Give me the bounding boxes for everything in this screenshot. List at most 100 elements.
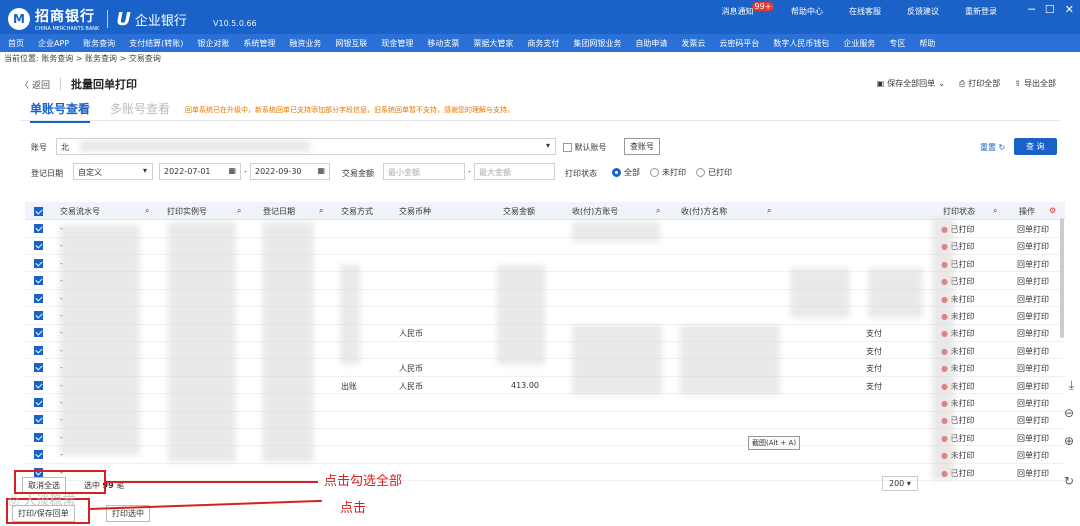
search-icon[interactable]: ⌕ <box>145 206 149 216</box>
receipt-print-link[interactable]: 回单打印 <box>1017 224 1049 235</box>
receipt-print-link[interactable]: 回单打印 <box>1017 276 1049 287</box>
row-checkbox[interactable] <box>34 293 43 303</box>
col-print-id: 打印实例号 <box>167 207 207 216</box>
redaction <box>680 325 780 395</box>
row-checkbox[interactable] <box>34 363 43 373</box>
date-mode-select[interactable]: 自定义 ▾ <box>73 163 153 180</box>
search-icon[interactable]: ⌕ <box>319 206 323 216</box>
table-scrollbar[interactable] <box>1060 218 1064 338</box>
filter-icon[interactable]: ⌕ <box>993 206 997 216</box>
download-icon[interactable]: ⤓ <box>1069 378 1074 393</box>
receipt-print-link[interactable]: 回单打印 <box>1017 415 1049 426</box>
menu-item[interactable]: 集团网银业务 <box>573 38 621 49</box>
menu-item[interactable]: 帮助 <box>919 38 935 49</box>
menu-item[interactable]: 商务支付 <box>527 38 559 49</box>
menu-item[interactable]: 票据大管家 <box>473 38 513 49</box>
max-amount-input[interactable]: 最大金额 <box>474 163 555 180</box>
query-button[interactable]: 查 询 <box>1014 138 1057 155</box>
receipt-print-link[interactable]: 回单打印 <box>1017 259 1049 270</box>
link-online-service[interactable]: 在线客服 <box>836 6 894 17</box>
reset-button[interactable]: 重置 ↻ <box>980 142 1005 153</box>
col-account: 收(付)方账号 <box>572 207 619 216</box>
date-to-input[interactable]: 2022-09-30 ▦ <box>250 163 330 180</box>
row-checkbox[interactable] <box>34 224 43 233</box>
export-all-button[interactable]: ⇪ 导出全部 <box>1014 78 1056 89</box>
save-all-button[interactable]: ▣ 保存全部回单 ⌄ <box>877 78 945 89</box>
zoom-out-icon[interactable]: ⊖ <box>1064 406 1074 420</box>
chevron-left-icon: 〈 <box>20 80 30 91</box>
menu-item[interactable]: 账务查询 <box>83 38 115 49</box>
row-checkbox[interactable] <box>34 380 43 390</box>
row-checkbox[interactable] <box>34 398 43 407</box>
minimize-icon[interactable]: ─ <box>1028 3 1035 16</box>
check-account-button[interactable]: 查账号 <box>624 138 660 155</box>
receipt-print-link[interactable]: 回单打印 <box>1017 346 1049 357</box>
link-messages[interactable]: 消息通知99+ <box>720 2 778 17</box>
print-all-button[interactable]: ⎙ 打印全部 <box>959 78 1000 89</box>
row-checkbox[interactable] <box>34 432 43 442</box>
link-help[interactable]: 帮助中心 <box>778 6 836 17</box>
default-account-checkbox[interactable]: 默认账号 <box>563 142 607 153</box>
row-checkbox[interactable] <box>34 345 43 355</box>
receipt-print-link[interactable]: 回单打印 <box>1017 294 1049 305</box>
menu-item[interactable]: 专区 <box>889 38 905 49</box>
select-all-checkbox[interactable] <box>34 207 43 216</box>
cell-amount: 413.00 <box>511 380 539 390</box>
row-checkbox[interactable] <box>34 311 43 320</box>
radio-unprinted[interactable]: 未打印 <box>650 167 686 178</box>
tab-divider <box>20 120 1060 121</box>
redaction <box>790 268 850 318</box>
menu-item[interactable]: 银企对账 <box>197 38 229 49</box>
receipt-print-link[interactable]: 回单打印 <box>1017 468 1049 479</box>
u-logo-icon: U <box>116 8 131 30</box>
menu-item[interactable]: 支付结算(转账) <box>129 38 183 49</box>
printer-icon: ⎙ <box>958 78 966 88</box>
row-checkbox[interactable] <box>34 258 43 268</box>
receipt-print-link[interactable]: 回单打印 <box>1017 363 1049 374</box>
receipt-print-link[interactable]: 回单打印 <box>1017 311 1049 322</box>
receipt-print-link[interactable]: 回单打印 <box>1017 328 1049 339</box>
row-checkbox[interactable] <box>34 276 43 286</box>
receipt-print-link[interactable]: 回单打印 <box>1017 381 1049 392</box>
caret-down-icon: ▾ <box>545 141 550 150</box>
row-checkbox[interactable] <box>34 415 43 425</box>
breadcrumb: 当前位置: 账务查询 > 账务查询 > 交易查询 <box>4 54 161 63</box>
menu-item[interactable]: 系统管理 <box>243 38 275 49</box>
refresh-icon[interactable]: ↻ <box>1064 474 1074 488</box>
link-relogin[interactable]: 重新登录 <box>952 6 1010 17</box>
maximize-icon[interactable]: ☐ <box>1045 3 1055 16</box>
receipt-print-link[interactable]: 回单打印 <box>1017 433 1049 444</box>
menu-item[interactable]: 企业服务 <box>843 38 875 49</box>
page-size-select[interactable]: 200 ▾ <box>882 476 918 491</box>
receipt-print-link[interactable]: 回单打印 <box>1017 241 1049 252</box>
back-button[interactable]: 〈返回 <box>20 78 50 91</box>
link-feedback[interactable]: 反馈建议 <box>894 6 952 17</box>
date-from-input[interactable]: 2022-07-01 ▦ <box>159 163 241 180</box>
menu-item[interactable]: 首页 <box>8 38 24 49</box>
menu-item[interactable]: 自助申请 <box>635 38 667 49</box>
close-icon[interactable]: ✕ <box>1065 3 1074 16</box>
zoom-in-icon[interactable]: ⊕ <box>1064 434 1074 448</box>
min-amount-input[interactable]: 最小金额 <box>383 163 465 180</box>
menu-item[interactable]: 企业APP <box>38 38 69 49</box>
menu-item[interactable]: 现金管理 <box>381 38 413 49</box>
settings-icon[interactable]: ⚙ <box>1049 206 1056 215</box>
receipt-print-link[interactable]: 回单打印 <box>1017 398 1049 409</box>
row-checkbox[interactable] <box>34 241 43 251</box>
menu-item[interactable]: 融资业务 <box>289 38 321 49</box>
search-icon[interactable]: ⌕ <box>656 206 660 216</box>
menu-item[interactable]: 发票云 <box>681 38 705 49</box>
col-method: 交易方式 <box>341 207 373 216</box>
menu-item[interactable]: 网银互联 <box>335 38 367 49</box>
page-title: 批量回单打印 <box>71 78 138 91</box>
radio-all[interactable]: 全部 <box>612 167 640 178</box>
row-checkbox[interactable] <box>34 450 43 460</box>
menu-item[interactable]: 云密码平台 <box>719 38 759 49</box>
menu-item[interactable]: 移动支票 <box>427 38 459 49</box>
menu-item[interactable]: 数字人民币钱包 <box>773 38 829 49</box>
receipt-print-link[interactable]: 回单打印 <box>1017 450 1049 461</box>
row-checkbox[interactable] <box>34 328 43 338</box>
search-icon[interactable]: ⌕ <box>767 206 771 216</box>
radio-printed[interactable]: 已打印 <box>696 167 732 178</box>
search-icon[interactable]: ⌕ <box>237 206 241 216</box>
